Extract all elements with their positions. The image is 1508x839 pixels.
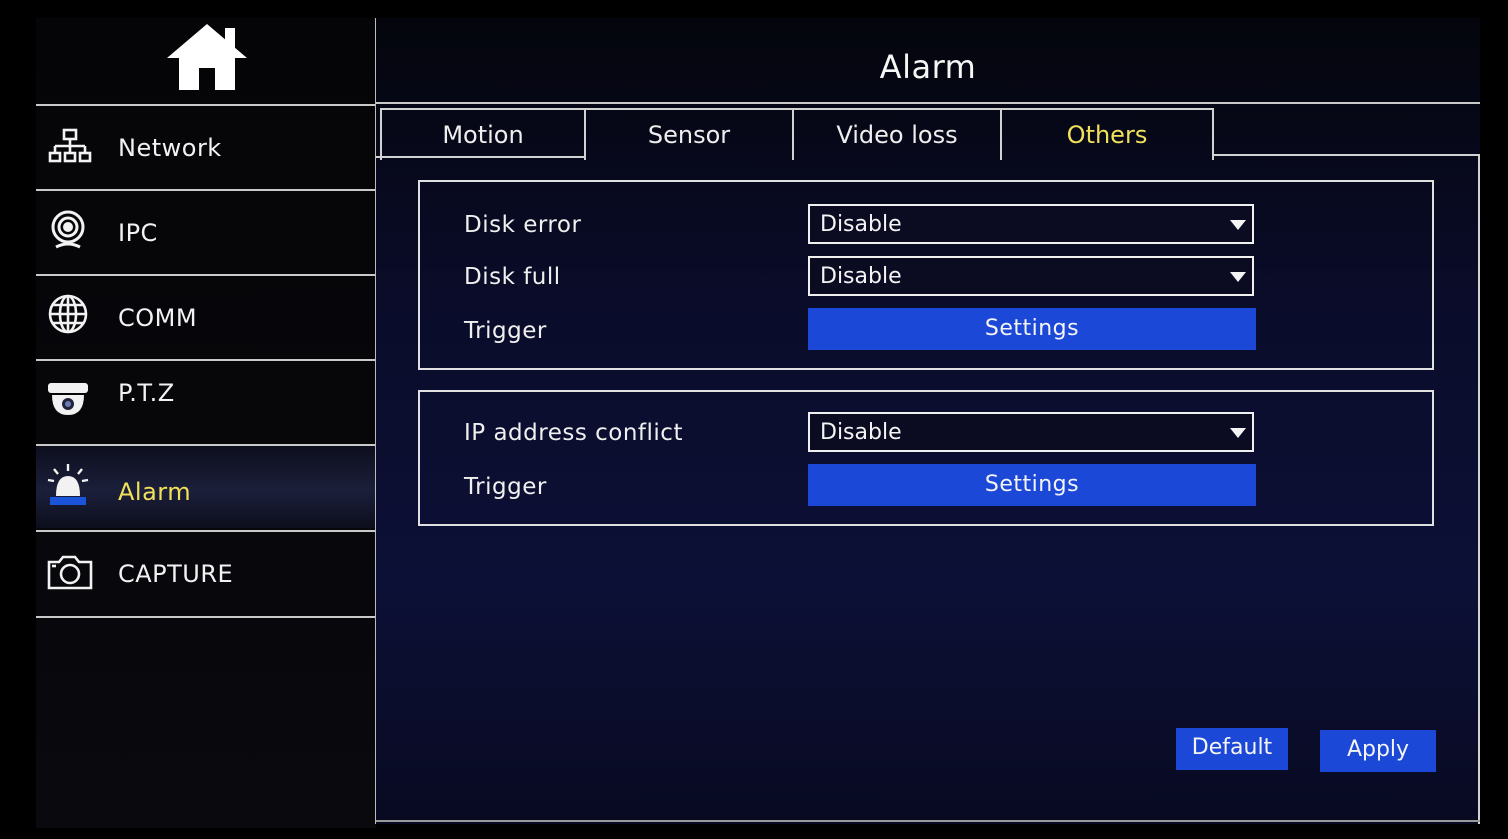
dome-camera-icon: [48, 383, 88, 415]
sidebar-item-label: CAPTURE: [118, 560, 234, 588]
ipc-camera-icon: [51, 210, 85, 249]
disk-error-select[interactable]: Disable: [808, 204, 1254, 244]
dropdown-arrow-icon: [1230, 428, 1246, 438]
globe-icon: [48, 294, 88, 334]
tab-video-loss[interactable]: Video loss: [792, 108, 1002, 160]
ip-conflict-group: IP address conflict Disable Trigger Sett…: [418, 390, 1434, 526]
sidebar-item-alarm[interactable]: Alarm: [36, 444, 376, 528]
trigger-label: Trigger: [464, 318, 547, 344]
tab-sensor[interactable]: Sensor: [584, 108, 794, 160]
dropdown-arrow-icon: [1230, 220, 1246, 230]
ip-trigger-settings-button[interactable]: Settings: [808, 464, 1256, 506]
sidebar: Network IPC COMM P.T.Z Alarm CAPTURE: [36, 18, 376, 828]
sidebar-item-label: IPC: [118, 219, 158, 247]
page-title: Alarm: [879, 48, 977, 86]
network-icon: [48, 128, 92, 163]
dropdown-arrow-icon: [1230, 272, 1246, 282]
disk-full-value: Disable: [820, 264, 902, 289]
ip-conflict-value: Disable: [820, 420, 902, 445]
home-button[interactable]: [36, 18, 376, 104]
sidebar-item-ptz[interactable]: P.T.Z: [36, 359, 376, 443]
disk-error-label: Disk error: [464, 212, 582, 238]
panel-border: [376, 820, 1480, 822]
sidebar-item-ipc[interactable]: IPC: [36, 189, 376, 273]
main-panel: Alarm Motion Sensor Video loss Others Di…: [376, 18, 1480, 824]
sidebar-item-network[interactable]: Network: [36, 104, 376, 188]
disk-error-value: Disable: [820, 212, 902, 237]
ip-conflict-label: IP address conflict: [464, 420, 683, 446]
disk-alarm-group: Disk error Disable Disk full Disable Tri…: [418, 180, 1434, 370]
trigger-label: Trigger: [464, 474, 547, 500]
disk-trigger-settings-button[interactable]: Settings: [808, 308, 1256, 350]
sidebar-item-label: Alarm: [118, 478, 192, 506]
camera-icon: [47, 555, 93, 590]
tab-underline: [376, 156, 586, 158]
ip-conflict-select[interactable]: Disable: [808, 412, 1254, 452]
panel-border: [1478, 154, 1480, 824]
alarm-siren-icon: [47, 464, 89, 505]
default-button[interactable]: Default: [1176, 728, 1288, 770]
sidebar-item-capture[interactable]: CAPTURE: [36, 530, 376, 614]
sidebar-item-label: COMM: [118, 304, 198, 332]
sidebar-divider: [36, 616, 376, 618]
tab-underline: [1214, 154, 1480, 156]
home-icon: [167, 24, 247, 90]
dvr-screen: Network IPC COMM P.T.Z Alarm CAPTURE Ala…: [0, 0, 1508, 839]
sidebar-item-label: Network: [118, 134, 222, 162]
sidebar-item-label: P.T.Z: [118, 379, 175, 407]
apply-button[interactable]: Apply: [1320, 730, 1436, 772]
disk-full-label: Disk full: [464, 264, 561, 290]
sidebar-item-comm[interactable]: COMM: [36, 274, 376, 358]
tab-others[interactable]: Others: [1000, 108, 1214, 160]
tab-motion[interactable]: Motion: [380, 108, 586, 160]
disk-full-select[interactable]: Disable: [808, 256, 1254, 296]
title-bar: Alarm: [376, 18, 1480, 104]
